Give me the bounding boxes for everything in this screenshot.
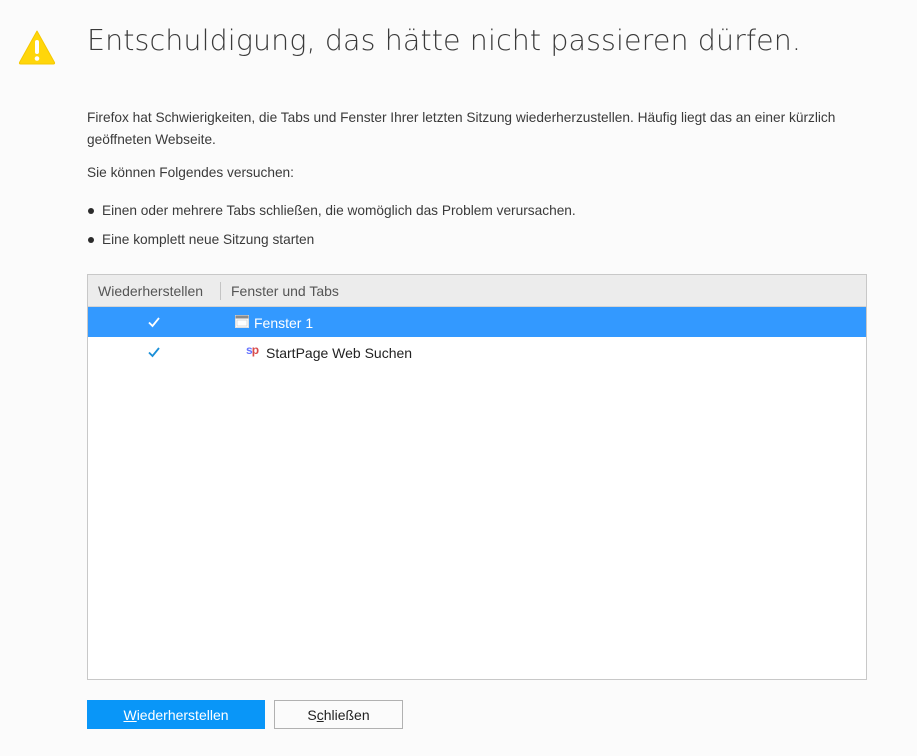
column-divider[interactable] bbox=[220, 282, 221, 300]
error-description: Firefox hat Schwierigkeiten, die Tabs un… bbox=[87, 110, 836, 147]
tree-row-label: Fenster 1 bbox=[254, 315, 314, 331]
access-key: W bbox=[123, 706, 137, 723]
access-key: c bbox=[316, 706, 324, 723]
list-item: Eine komplett neue Sitzung starten bbox=[87, 229, 576, 258]
session-tree[interactable]: Wiederherstellen Fenster und Tabs Fenste… bbox=[87, 274, 867, 680]
button-label-prefix: S bbox=[307, 706, 317, 723]
bullet-icon bbox=[88, 237, 94, 243]
try-heading: Sie können Folgendes versuchen: bbox=[87, 165, 294, 180]
tree-row-label: StartPage Web Suchen bbox=[266, 345, 413, 361]
column-header-windows-tabs[interactable]: Fenster und Tabs bbox=[231, 283, 339, 299]
startpage-favicon-icon: sp bbox=[246, 343, 259, 357]
checkmark-icon[interactable] bbox=[147, 345, 161, 359]
restore-button[interactable]: Wiederherstellen bbox=[87, 700, 265, 729]
tree-row-tab[interactable]: sp StartPage Web Suchen bbox=[88, 337, 866, 367]
window-icon bbox=[235, 315, 249, 328]
button-label: iederherstellen bbox=[136, 706, 229, 723]
column-header-restore[interactable]: Wiederherstellen bbox=[98, 283, 203, 299]
bullet-icon bbox=[88, 208, 94, 214]
list-item: Einen oder mehrere Tabs schließen, die w… bbox=[87, 200, 576, 229]
suggestion-list: Einen oder mehrere Tabs schließen, die w… bbox=[87, 200, 576, 258]
page-title: Entschuldigung, das hätte nicht passiere… bbox=[87, 24, 802, 57]
tree-row-window[interactable]: Fenster 1 bbox=[88, 307, 866, 337]
suggestion-text: Eine komplett neue Sitzung starten bbox=[102, 232, 315, 247]
checkmark-icon[interactable] bbox=[147, 315, 161, 329]
warning-icon bbox=[18, 30, 56, 65]
button-label: hließen bbox=[323, 706, 370, 723]
session-restore-page: Entschuldigung, das hätte nicht passiere… bbox=[0, 0, 917, 756]
close-button[interactable]: Sc hließen bbox=[274, 700, 403, 729]
tree-header: Wiederherstellen Fenster und Tabs bbox=[88, 275, 866, 307]
suggestion-text: Einen oder mehrere Tabs schließen, die w… bbox=[102, 203, 576, 218]
